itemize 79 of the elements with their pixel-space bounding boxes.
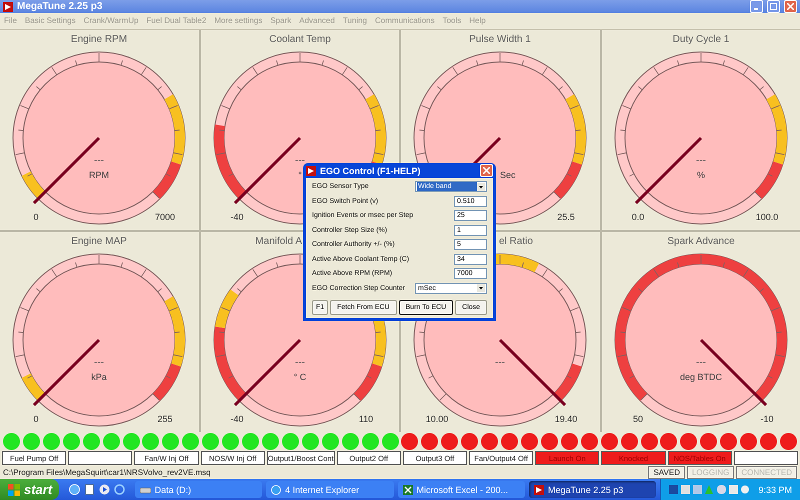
gauge-value: --- [294, 356, 304, 368]
gauge-value: --- [94, 154, 104, 166]
gauge-title: Pulse Width 1 [469, 34, 531, 45]
gauge-title: Spark Advance [666, 236, 734, 247]
gauge-units: ° C [293, 372, 306, 382]
clock: 9:33 PM [758, 484, 792, 494]
gauge-max-label: -10 [760, 414, 773, 424]
gauge-title: Coolant Temp [268, 34, 330, 45]
document-icon[interactable] [84, 484, 95, 495]
status-flag: LOGGING [686, 466, 734, 479]
taskbar-button[interactable]: Microsoft Excel - 200... [398, 481, 525, 498]
file-path: C:\Program Files\MegaSquirt\car1\NRSVolvo_rev2VE.msq [3, 468, 212, 477]
gauge-title: el Ratio [499, 236, 533, 247]
menu-item[interactable]: Communications [375, 16, 435, 26]
gauge-title: Duty Cycle 1 [672, 34, 729, 45]
taskbar-button[interactable]: 4 Internet Explorer [266, 481, 394, 498]
gauge-title: Engine MAP [71, 236, 127, 247]
close-icon [787, 3, 794, 10]
menu-item[interactable]: Tuning [342, 16, 368, 26]
gauge-max-label: 110 [358, 414, 373, 424]
gauge-units: ° [298, 170, 302, 180]
close-button[interactable] [784, 0, 797, 13]
maximize-button[interactable] [767, 0, 780, 13]
start-button[interactable]: start [0, 479, 59, 500]
close-icon [483, 167, 490, 174]
menu-item[interactable]: Crank/WarmUp [84, 16, 138, 26]
gauge-min-label: -40 [230, 414, 243, 424]
gauge-min-label: 0.0 [631, 212, 644, 222]
gauge-max-label: 25.5 [557, 212, 575, 222]
gauge-units: % [696, 170, 704, 180]
taskbar-button[interactable]: MegaTune 2.25 p3 [529, 481, 656, 498]
gauge-units: Sec [500, 170, 516, 180]
menu-item[interactable]: Tools [442, 16, 462, 26]
gauge-title: Manifold A [254, 236, 302, 247]
status-flag: SAVED [648, 466, 685, 479]
taskbar-button[interactable]: Data (D:) [134, 481, 262, 498]
gauge-units: kPa [91, 372, 107, 382]
close-button[interactable] [480, 164, 493, 177]
menu-item[interactable]: More settings [214, 16, 262, 26]
gauge-min-label: 0 [34, 414, 38, 424]
dropdown-arrow-icon [477, 284, 485, 292]
spreadsheet-icon [402, 484, 413, 494]
minimize-button[interactable] [750, 0, 763, 13]
dropdown-arrow-icon [477, 182, 485, 191]
app-icon [534, 484, 544, 494]
gauge-value: --- [94, 356, 104, 368]
menu-item[interactable]: Help [469, 16, 486, 26]
menu-item[interactable]: Fuel Dual Table2 [146, 16, 206, 26]
drive-icon [140, 485, 151, 494]
gauge-value: --- [294, 154, 304, 166]
gauge-value: --- [495, 356, 505, 368]
windows-flag-icon [8, 484, 20, 496]
dialog-title: EGO Control (F1-HELP) [320, 166, 422, 176]
gauge-max-label: 19.40 [554, 414, 578, 424]
media-icon[interactable] [98, 484, 110, 495]
gauge-title: Engine RPM [70, 34, 128, 45]
gauge-min-label: 10.00 [426, 414, 448, 424]
menu-item[interactable]: Basic Settings [24, 16, 76, 26]
window-title: MegaTune 2.25 p3 [17, 1, 104, 12]
messenger-icon[interactable] [114, 484, 125, 495]
gauge-max-label: 7000 [154, 212, 176, 222]
app-icon [306, 166, 316, 176]
menu-item[interactable]: Spark [270, 16, 292, 26]
menu-item[interactable]: File [4, 16, 17, 26]
app-icon [3, 2, 13, 12]
globe-icon[interactable] [68, 484, 80, 495]
gauge-units: deg BTDC [679, 372, 722, 382]
maximize-icon [770, 3, 777, 10]
status-flag: CONNECTED [736, 466, 797, 479]
globe-icon [271, 484, 282, 494]
gauge-max-label: 255 [157, 414, 173, 424]
gauge-max-label: 100.0 [755, 212, 778, 222]
gauge-units: RPM [89, 170, 109, 180]
gauge-min-label: 50 [632, 414, 642, 424]
gauge-min-label: -40 [230, 212, 243, 222]
gauge-min-label: 0 [34, 212, 38, 222]
menu-item[interactable]: Advanced [299, 16, 335, 26]
gauge-value: --- [696, 356, 706, 368]
gauge-value: --- [696, 154, 706, 166]
